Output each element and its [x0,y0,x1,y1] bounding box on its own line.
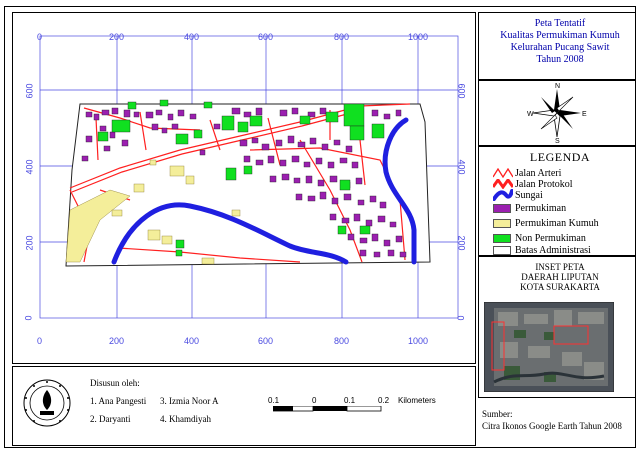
grid-label-right-0: 0 [455,315,466,321]
map-title-line-3: Kelurahan Pucang Sawit [510,42,610,53]
credits-name-1: 1. Ana Pangesti [90,396,147,406]
compass-s: S [555,138,560,143]
grid-label-bottom-0: 0 [37,336,43,346]
grid-label-right-400: 400 [456,159,467,175]
grid-label-bottom-200: 200 [109,336,125,346]
legend-label: Jalan Protokol [515,179,573,190]
grid-label-top-200: 200 [109,32,125,42]
scale-unit: Kilometers [398,396,436,405]
grid-label-bottom-1000: 1000 [408,336,429,346]
inset-title-line-3: KOTA SURAKARTA [520,282,600,292]
grid-label-bottom-600: 600 [258,336,274,346]
compass-rose-icon: N S W E [527,83,587,143]
compass-n: N [555,83,560,90]
compass-e: E [582,111,587,118]
legend-title: LEGENDA [529,150,591,164]
legend-label: Jalan Arteri [515,168,562,179]
map-title-line-4: Tahun 2008 [536,54,584,65]
legend-label: Sungai [515,190,543,201]
grid-label-top-0: 0 [37,32,43,42]
grid-label-left-600: 600 [24,83,35,99]
grid-label-left-0: 0 [23,315,34,321]
legend-label: Batas Administrasi [515,245,591,256]
scale-label-0: 0.1 [268,396,280,405]
grid-label-right-200: 200 [456,235,467,251]
legend-label: Permukiman Kumuh [515,218,599,229]
river-icon [493,189,513,201]
credits-name-4: 4. Khamdiyah [160,414,211,424]
scale-label-2: 0.1 [344,396,356,405]
grid-label-top-600: 600 [258,32,274,42]
non-settlement-swatch [493,234,511,243]
grid-label-top-400: 400 [184,32,200,42]
grid-label-top-800: 800 [334,32,350,42]
source-text: Citra Ikonos Google Earth Tahun 2008 [482,421,622,431]
grid-label-left-400: 400 [24,159,35,175]
scale-bar [273,406,382,412]
grid-label-left-200: 200 [24,235,35,251]
credits-name-3: 3. Izmia Noor A [160,396,219,406]
inset-title: INSET PETA DAERAH LIPUTAN KOTA SURAKARTA [480,262,640,292]
credits-heading: Disusun oleh: [90,378,140,388]
map-title: Peta Tentatif Kualitas Permukiman Kumuh … [480,18,640,66]
settlement-swatch [493,204,511,213]
map-sheet: 0 200 400 600 800 1000 0 200 400 600 800… [0,0,640,452]
credits-name-2: 2. Daryanti [90,414,131,424]
inset-title-line-2: DAERAH LIPUTAN [521,272,599,282]
compass-w: W [527,111,534,118]
legend-label: Permukiman [515,203,567,214]
scale-label-1: 0 [312,396,317,405]
inset-title-line-1: INSET PETA [535,262,585,272]
source-note: Sumber: Citra Ikonos Google Earth Tahun … [482,408,622,432]
inset-satellite-image [484,302,614,392]
grid-label-right-600: 600 [456,83,467,99]
source-heading: Sumber: [482,409,513,419]
slum-swatch [493,219,511,228]
grid-label-bottom-800: 800 [334,336,350,346]
university-logo-icon [23,379,71,427]
map-title-line-2: Kualitas Permukiman Kumuh [500,30,620,41]
grid-label-top-1000: 1000 [408,32,429,42]
legend-label: Non Permukiman [515,233,586,244]
scale-label-3: 0.2 [378,396,390,405]
map-title-line-1: Peta Tentatif [534,18,586,29]
arterial-road-icon [493,168,513,178]
protocol-road-icon [493,179,513,189]
admin-boundary-swatch [493,246,511,255]
grid-label-bottom-400: 400 [184,336,200,346]
